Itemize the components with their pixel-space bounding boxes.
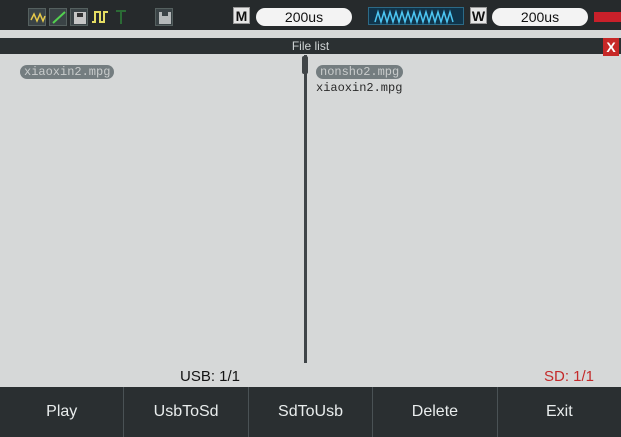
waveform-window-preview bbox=[368, 7, 464, 25]
usb-file-pane[interactable]: xiaoxin2.mpg bbox=[0, 55, 305, 366]
disk-icon[interactable] bbox=[70, 8, 88, 26]
file-name: nonsho2.mpg bbox=[316, 65, 404, 79]
close-icon[interactable]: X bbox=[603, 38, 619, 56]
timebase-display[interactable]: 200us bbox=[256, 8, 352, 26]
sd-to-usb-button[interactable]: SdToUsb bbox=[249, 387, 374, 437]
ramp-icon[interactable] bbox=[49, 8, 67, 26]
file-list-title: File list bbox=[0, 38, 621, 54]
window-timebase-display[interactable]: 200us bbox=[492, 8, 588, 26]
sd-file-pane[interactable]: nonsho2.mpg xiaoxin2.mpg bbox=[306, 55, 621, 366]
save-icon[interactable] bbox=[155, 8, 173, 26]
exit-button[interactable]: Exit bbox=[498, 387, 621, 437]
list-item[interactable]: nonsho2.mpg bbox=[316, 64, 621, 80]
oscilloscope-status-bar: M 200us W 200us bbox=[0, 0, 621, 30]
softkey-bar: Play UsbToSd SdToUsb Delete Exit bbox=[0, 387, 621, 437]
usb-count: USB: 1/1 bbox=[180, 368, 241, 385]
play-button[interactable]: Play bbox=[0, 387, 125, 437]
list-item[interactable]: xiaoxin2.mpg bbox=[20, 64, 305, 80]
trigger-level-marker bbox=[594, 12, 621, 22]
window-badge: W bbox=[470, 7, 487, 24]
file-name: xiaoxin2.mpg bbox=[20, 65, 115, 79]
waveform-icon[interactable] bbox=[28, 8, 46, 26]
delete-button[interactable]: Delete bbox=[373, 387, 498, 437]
mode-badge: M bbox=[233, 7, 250, 24]
channel-icon-group bbox=[28, 8, 173, 26]
file-name: xiaoxin2.mpg bbox=[316, 81, 403, 95]
trigger-icon[interactable] bbox=[112, 8, 130, 26]
usb-to-sd-button[interactable]: UsbToSd bbox=[124, 387, 249, 437]
list-item[interactable]: xiaoxin2.mpg bbox=[316, 80, 621, 96]
pulse-icon[interactable] bbox=[91, 8, 109, 26]
sd-count: SD: 1/1 bbox=[544, 368, 595, 385]
